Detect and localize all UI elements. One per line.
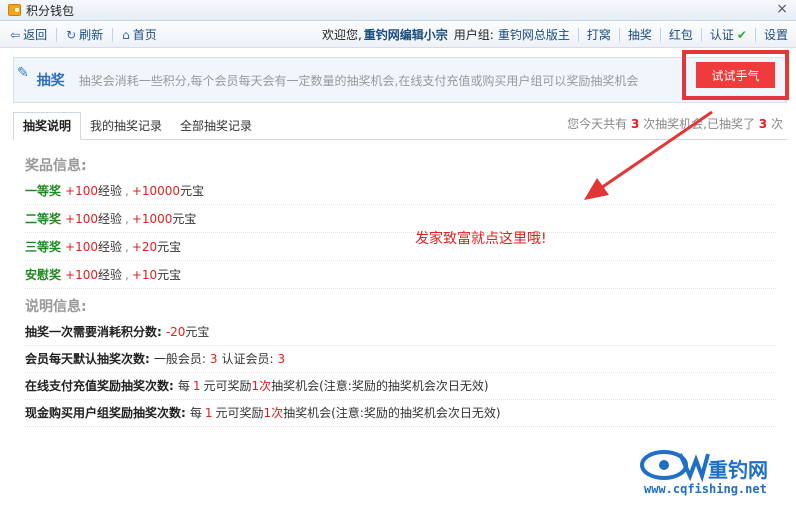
banner-description: 抽奖会消耗一些积分,每个会员每天会有一定数量的抽奖机会,在线支付充值或购买用户组… xyxy=(78,73,639,88)
back-button[interactable]: ⇦ 返回 xyxy=(10,26,47,43)
refresh-icon: ↻ xyxy=(66,27,77,42)
watermark: 重钓网 www.cqfishing.net xyxy=(640,448,790,503)
watermark-url: www.cqfishing.net xyxy=(644,482,767,496)
info-row-online: 在线支付充值奖励抽奖次数: 每 1 元可奖励 1次 抽奖机会(注意:奖励的抽奖机会次… xyxy=(25,372,776,400)
home-icon: ⌂ xyxy=(122,27,130,42)
window-titlebar: 积分钱包 × xyxy=(0,0,796,21)
info-row-default: 会员每天默认抽奖次数: 一般会员: 3 认证会员: 3 xyxy=(25,345,776,373)
tab-lottery-rules[interactable]: 抽奖说明 xyxy=(13,112,82,140)
nav-link-nest[interactable]: 打窝 xyxy=(587,26,611,43)
lottery-banner: ✎ 抽奖 抽奖会消耗一些积分,每个会员每天会有一定数量的抽奖机会,在线支付充值或… xyxy=(13,50,789,103)
banner-label: 抽奖 xyxy=(36,73,65,89)
home-button[interactable]: ⌂ 首页 xyxy=(122,26,157,43)
annotation-text: 发家致富就点这里哦! xyxy=(415,231,547,247)
prize-row: 二等奖 +100 经验 , +1000 元宝 xyxy=(25,205,776,233)
prize-row: 安慰奖 +100 经验 , +10 元宝 xyxy=(25,261,776,289)
highlight-box: 试试手气 xyxy=(682,50,789,100)
navbar: ⇦ 返回 ↻ 刷新 ⌂ 首页 欢迎您, 重钓网编辑小宗 用户组: 重钓网总版主 … xyxy=(0,22,796,48)
nav-link-redpacket[interactable]: 红包 xyxy=(669,26,693,43)
username-link[interactable]: 重钓网编辑小宗 xyxy=(364,26,448,43)
user-group-label: 用户组: xyxy=(453,28,494,42)
window-title: 积分钱包 xyxy=(26,3,75,18)
info-row-cost: 抽奖一次需要消耗积分数: -20 元宝 xyxy=(25,318,776,346)
pen-icon: ✎ xyxy=(17,65,29,81)
close-icon[interactable]: × xyxy=(776,1,788,17)
prize-row: 一等奖 +100 经验 , +10000 元宝 xyxy=(25,177,776,205)
wallet-icon xyxy=(8,4,21,16)
watermark-logo xyxy=(640,450,710,482)
tab-my-records[interactable]: 我的抽奖记录 xyxy=(81,113,171,139)
nav-link-lottery[interactable]: 抽奖 xyxy=(628,26,652,43)
info-row-cash: 现金购买用户组奖励抽奖次数: 每 1 元可奖励 1次 抽奖机会(注意:奖励的抽奖机会… xyxy=(25,399,776,427)
refresh-button[interactable]: ↻ 刷新 xyxy=(66,26,103,43)
nav-divider xyxy=(56,27,58,42)
welcome-text: 欢迎您, xyxy=(321,28,362,42)
try-luck-button[interactable]: 试试手气 xyxy=(696,62,775,88)
tab-bar: 抽奖说明 我的抽奖记录 全部抽奖记录 您今天共有 3 次抽奖机会,已抽奖了 3 … xyxy=(13,112,787,140)
chance-summary: 您今天共有 3 次抽奖机会,已抽奖了 3 次 xyxy=(567,117,783,131)
prize-section-title: 奖品信息: xyxy=(25,158,87,174)
info-section-title: 说明信息: xyxy=(25,299,87,315)
user-group-link[interactable]: 重钓网总版主 xyxy=(498,26,570,43)
check-icon: ✔ xyxy=(736,28,747,42)
prize-row: 三等奖 +100 经验 , +20 元宝 xyxy=(25,233,776,261)
nav-link-settings[interactable]: 设置 xyxy=(764,26,788,43)
tab-all-records[interactable]: 全部抽奖记录 xyxy=(171,113,261,139)
watermark-brand: 重钓网 xyxy=(708,458,768,482)
nav-link-verify[interactable]: 认证 ✔ xyxy=(710,26,747,43)
nav-divider xyxy=(112,27,114,42)
back-arrow-icon: ⇦ xyxy=(10,27,21,42)
